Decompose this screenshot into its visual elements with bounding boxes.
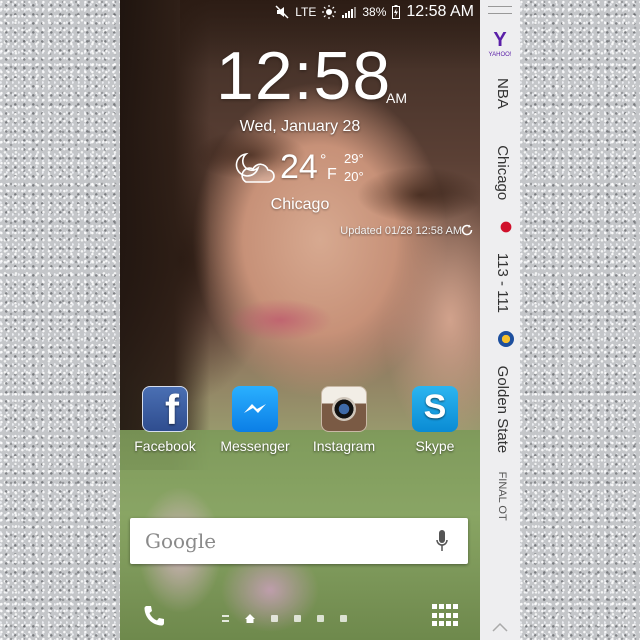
page-dot	[271, 615, 278, 622]
edge-panel[interactable]: Y YAHOO! NBA Chicago 113 - 111 Golden St…	[480, 0, 520, 640]
messenger-icon	[232, 386, 278, 432]
battery-percent: 38%	[362, 5, 387, 19]
app-label: Instagram	[312, 438, 376, 454]
temperature-high: 29°	[344, 151, 364, 166]
degree-symbol: °	[320, 152, 327, 169]
yahoo-logo-icon: Y	[493, 29, 507, 51]
page-dot	[294, 615, 301, 622]
app-instagram[interactable]: Instagram	[304, 386, 384, 454]
warriors-logo-icon	[498, 331, 514, 348]
league-label: NBA	[494, 78, 512, 109]
yahoo-wordmark: YAHOO!	[488, 52, 512, 58]
refresh-icon[interactable]	[460, 223, 474, 237]
skype-icon: S	[412, 386, 458, 432]
app-label: Skype	[415, 438, 455, 454]
weather-updated: Updated 01/28 12:58 AM	[340, 225, 462, 237]
battery-charging-icon	[392, 5, 401, 19]
bulls-logo-icon	[498, 218, 514, 235]
app-facebook[interactable]: f Facebook	[125, 386, 205, 454]
lockscreen-date: Wed, January 28	[239, 118, 361, 135]
app-label: Messenger	[220, 438, 290, 454]
search-placeholder: Google	[145, 529, 217, 553]
phone-icon[interactable]	[142, 604, 166, 628]
google-search-bar[interactable]: Google	[130, 518, 468, 564]
chevron-up-icon[interactable]	[492, 622, 508, 632]
instagram-icon	[321, 386, 367, 432]
app-skype[interactable]: S Skype	[395, 386, 475, 454]
status-bar[interactable]: LTE 38% 12:58 AM	[120, 0, 480, 24]
game-status: FINAL OT	[496, 471, 509, 521]
edge-handle[interactable]	[488, 6, 512, 14]
home-icon	[245, 614, 255, 623]
temperature-unit: F	[327, 166, 337, 183]
brightness-icon	[322, 5, 337, 19]
team-golden-state: Golden State	[494, 365, 512, 454]
app-messenger[interactable]: Messenger	[215, 386, 295, 454]
glitter-border-right	[520, 0, 640, 640]
game-score: 113 - 111	[494, 252, 512, 313]
mute-icon	[275, 5, 289, 19]
sports-ticker[interactable]: NBA Chicago 113 - 111 Golden State FINAL…	[486, 78, 514, 521]
team-chicago: Chicago	[494, 145, 512, 201]
temperature-low: 20°	[344, 169, 364, 184]
network-type: LTE	[295, 5, 317, 19]
clock-ampm: AM	[386, 90, 407, 106]
app-label: Facebook	[134, 438, 196, 454]
dock	[120, 600, 480, 636]
facebook-icon: f	[142, 386, 188, 432]
page-dot	[340, 615, 347, 622]
microphone-icon[interactable]	[436, 530, 448, 552]
page-dot	[317, 615, 324, 622]
weather-temperature[interactable]: 24	[280, 150, 318, 184]
weather-city: Chicago	[270, 196, 330, 213]
signal-icon	[342, 6, 357, 18]
lockscreen-clock[interactable]: 12:58	[216, 42, 391, 110]
glitter-border-left	[0, 0, 120, 640]
briefing-page-indicator	[222, 615, 229, 622]
apps-grid-icon[interactable]	[432, 604, 458, 628]
partly-cloudy-night-icon	[235, 152, 275, 183]
page-indicator[interactable]	[222, 614, 347, 623]
phone-screen: LTE 38% 12:58 AM 12:58 AM Wed, January 2…	[120, 0, 480, 640]
status-time: 12:58 AM	[406, 3, 474, 20]
